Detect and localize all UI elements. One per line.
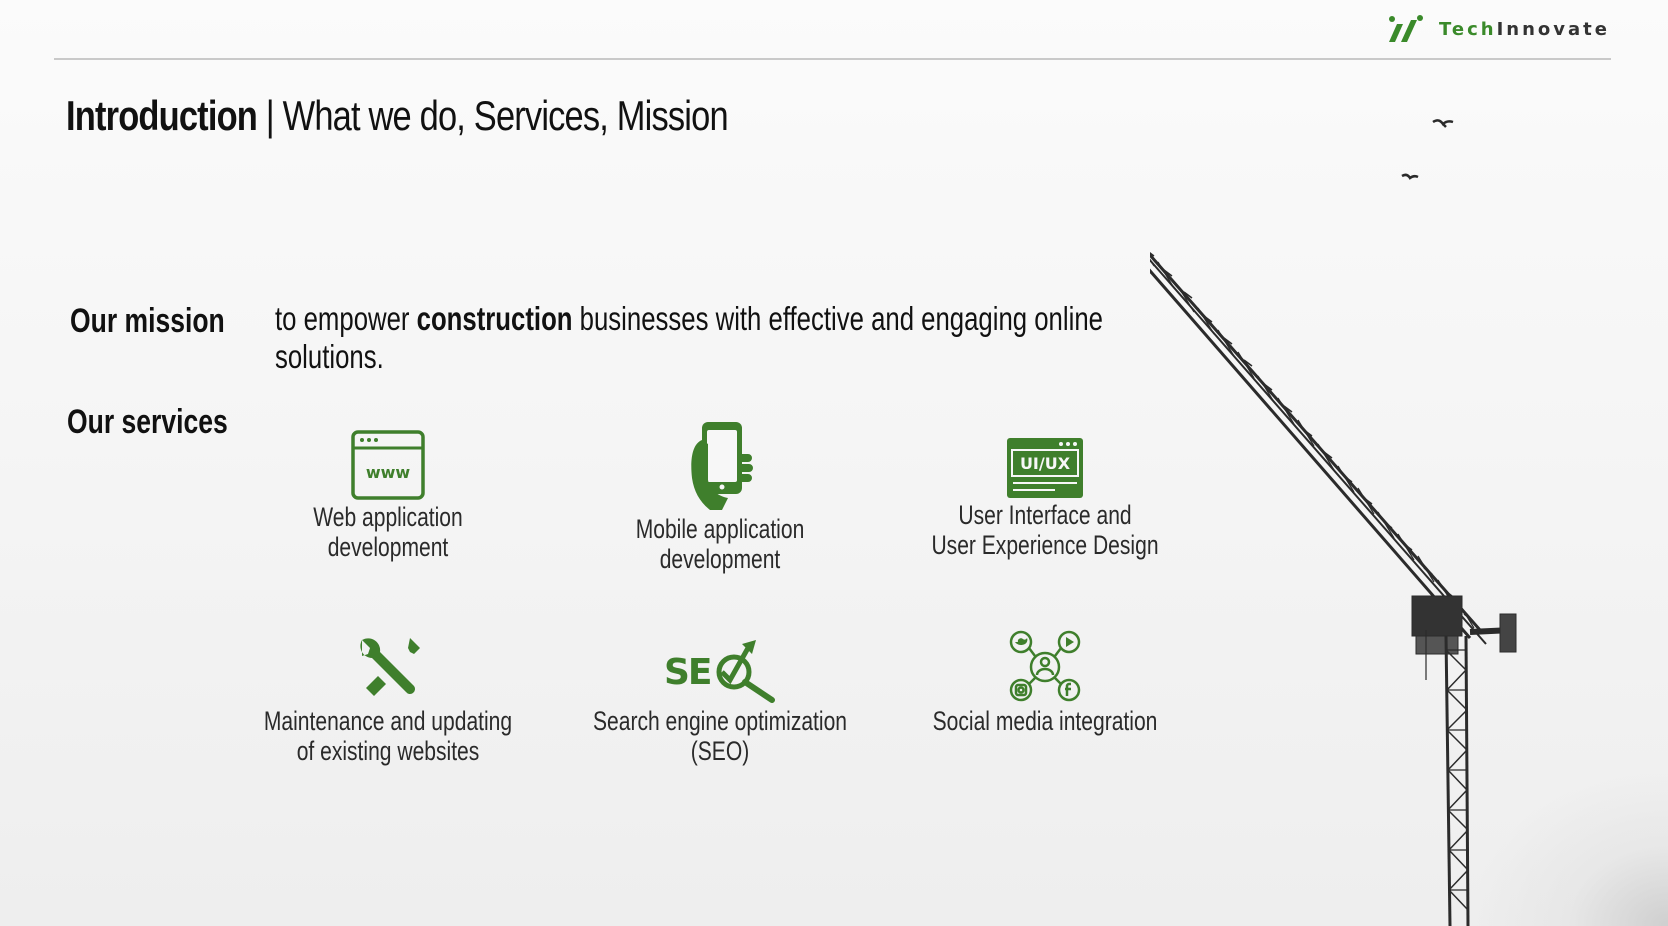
- service-caption-line2: of existing websites: [296, 736, 480, 766]
- service-mobile-app: Mobile application development: [570, 420, 870, 574]
- service-caption-line1: Social media integration: [932, 706, 1158, 736]
- mission-text: to empower construction businesses with …: [275, 300, 1103, 375]
- svg-text:www: www: [366, 463, 411, 482]
- mission-label: Our mission: [70, 302, 225, 340]
- social-network-icon: [1009, 630, 1081, 702]
- mission-highlight: construction: [416, 300, 573, 337]
- services-label: Our services: [67, 403, 228, 441]
- service-caption-line1: User Interface and: [958, 500, 1132, 530]
- techinnovate-logo-icon: [1389, 15, 1424, 42]
- brand-name: TechInnovate: [1439, 18, 1610, 40]
- smartphone-hand-icon: [691, 422, 753, 510]
- service-caption-line2: development: [659, 544, 781, 574]
- service-caption-line2: development: [327, 532, 449, 562]
- construction-crane-image: [1150, 119, 1517, 926]
- brand-logo: TechInnovate: [1385, 14, 1610, 44]
- slide-title-rest: | What we do, Services, Mission: [257, 92, 729, 139]
- service-caption-line1: Maintenance and updating: [263, 706, 513, 736]
- service-caption-line2: (SEO): [690, 736, 750, 766]
- svg-text:UI/UX: UI/UX: [1020, 454, 1071, 473]
- service-caption-line1: Web application: [313, 502, 463, 532]
- wrench-screwdriver-icon: [360, 638, 420, 696]
- service-seo: SE Search engine optimization (SEO): [570, 634, 870, 766]
- service-caption-line1: Mobile application: [635, 514, 805, 544]
- service-maintenance: Maintenance and updating of existing web…: [238, 634, 538, 766]
- service-web-app: www Web application development: [238, 422, 538, 562]
- slide-title: Introduction | What we do, Services, Mis…: [66, 92, 729, 140]
- seo-icon: SE: [664, 640, 775, 703]
- service-caption-line1: Search engine optimization: [592, 706, 848, 736]
- svg-text:SE: SE: [664, 652, 711, 693]
- browser-www-icon: www: [351, 430, 425, 500]
- slide-title-bold: Introduction: [66, 92, 258, 139]
- service-caption-line2: User Experience Design: [931, 530, 1159, 560]
- header-divider: [54, 58, 1611, 60]
- ui-ux-window-icon: UI/UX: [1007, 438, 1083, 498]
